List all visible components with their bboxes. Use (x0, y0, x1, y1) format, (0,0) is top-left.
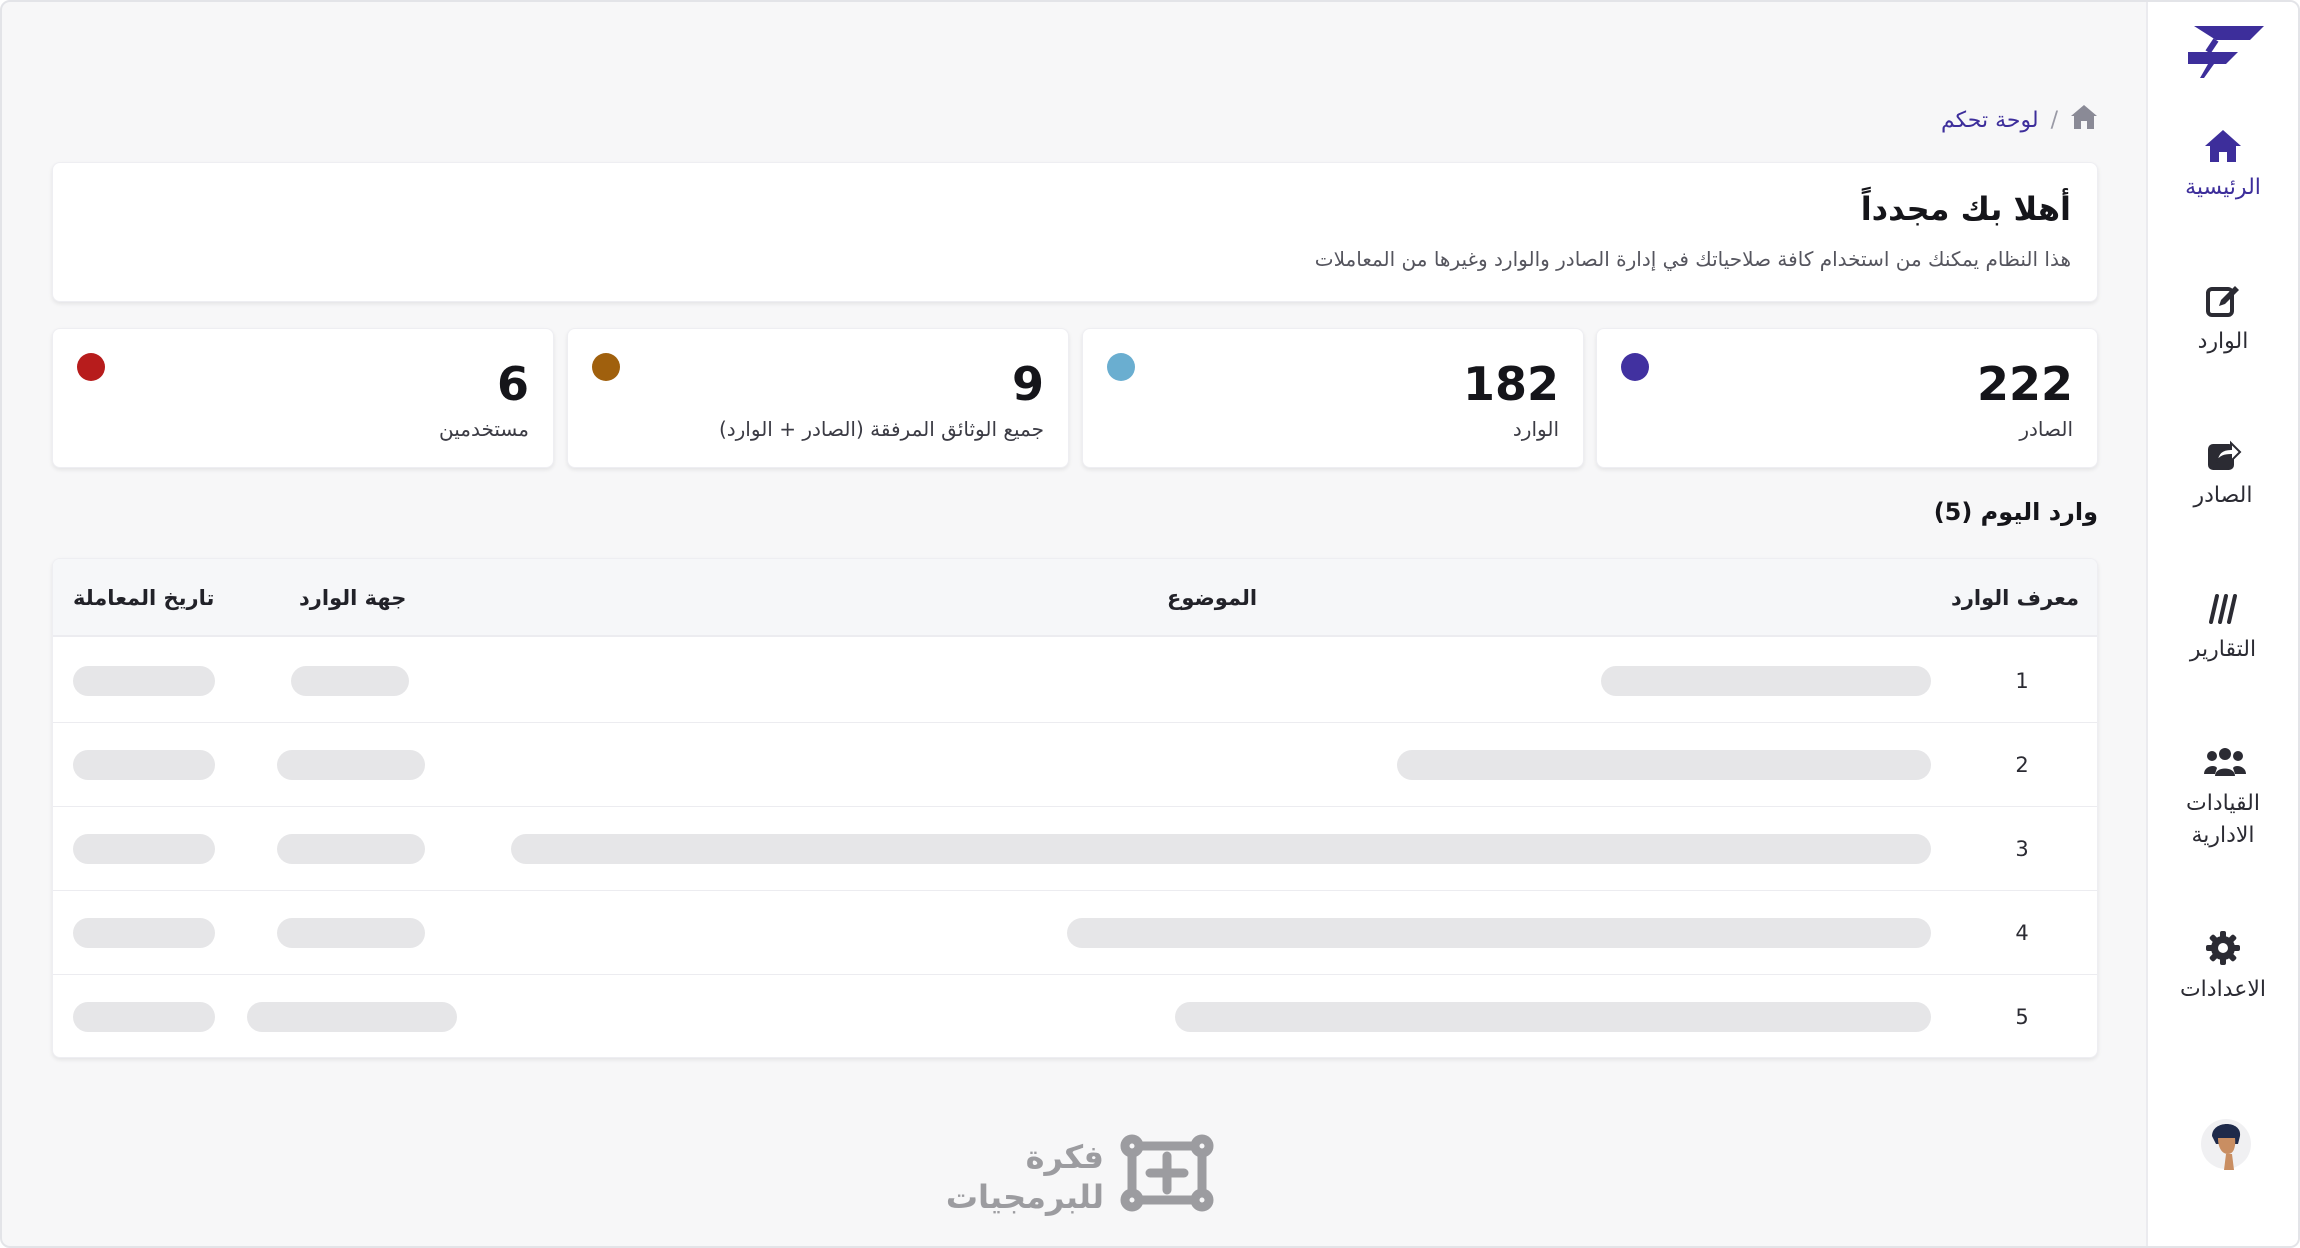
table-row[interactable]: 3 (53, 807, 2097, 891)
sidebar-item-leaders[interactable]: القيادات الادارية (2148, 742, 2298, 852)
main-content: / لوحة تحكم أهلا بك مجدداً هذا النظام يم… (2, 2, 2150, 1246)
date-placeholder (73, 918, 215, 948)
status-dot (77, 353, 105, 381)
sidebar-item-label: الصادر (2193, 483, 2253, 508)
table-row[interactable]: 5 (53, 975, 2097, 1057)
share-icon (2203, 434, 2243, 474)
sidebar-item-home[interactable]: الرئيسية (2148, 126, 2298, 204)
incoming-id: 5 (2015, 1005, 2029, 1029)
column-header-source[interactable]: جهة الوارد (299, 559, 406, 637)
source-placeholder (277, 750, 425, 780)
table-row[interactable]: 1 (53, 639, 2097, 723)
avatar[interactable] (2200, 1114, 2252, 1172)
sidebar-item-label: الوارد (2197, 329, 2249, 354)
subject-placeholder (1067, 918, 1931, 948)
table-header: معرف الوارد الموضوع جهة الوارد تاريخ الم… (53, 559, 2097, 637)
reports-icon (2203, 588, 2243, 628)
status-dot (592, 353, 620, 381)
incoming-id: 4 (2015, 921, 2029, 945)
breadcrumb: / لوحة تحكم (1941, 102, 2098, 138)
sidebar-item-label: الاعدادات (2179, 977, 2267, 1002)
stat-label: الصادر (2019, 417, 2073, 441)
stat-card-users[interactable]: 6 مستخدمين (52, 328, 554, 468)
breadcrumb-current[interactable]: لوحة تحكم (1941, 108, 2039, 133)
source-placeholder (291, 666, 409, 696)
sidebar-item-label: القيادات الادارية (2186, 791, 2260, 848)
breadcrumb-separator: / (2050, 107, 2058, 133)
sidebar-item-label: الرئيسية (2185, 175, 2261, 200)
today-incoming-title: وارد اليوم (5) (1933, 498, 2098, 526)
welcome-subtitle: هذا النظام يمكنك من استخدام كافة صلاحيات… (1314, 247, 2071, 271)
stat-label: مستخدمين (439, 417, 529, 441)
home-icon (2203, 126, 2243, 166)
welcome-card: أهلا بك مجدداً هذا النظام يمكنك من استخد… (52, 162, 2098, 302)
stat-value: 6 (496, 357, 529, 411)
stat-value: 222 (1976, 357, 2073, 411)
date-placeholder (73, 834, 215, 864)
stat-card-attachments[interactable]: 9 جميع الوثائق المرفقة (الصادر + الوارد) (567, 328, 1069, 468)
source-placeholder (247, 1002, 457, 1032)
column-header-id[interactable]: معرف الوارد (1951, 559, 2079, 637)
app-logo[interactable] (2186, 22, 2266, 82)
welcome-title: أهلا بك مجدداً (1860, 190, 2071, 228)
source-placeholder (277, 834, 425, 864)
date-placeholder (73, 750, 215, 780)
incoming-id: 3 (2015, 837, 2029, 861)
source-placeholder (277, 918, 425, 948)
subject-placeholder (1397, 750, 1931, 780)
table-row[interactable]: 2 (53, 723, 2097, 807)
table-row[interactable]: 4 (53, 891, 2097, 975)
sidebar-item-settings[interactable]: الاعدادات (2148, 928, 2298, 1006)
sidebar-item-label: التقارير (2189, 637, 2257, 662)
stat-label: جميع الوثائق المرفقة (الصادر + الوارد) (718, 417, 1044, 441)
subject-placeholder (1175, 1002, 1931, 1032)
edit-icon (2203, 280, 2243, 320)
app-frame: / لوحة تحكم أهلا بك مجدداً هذا النظام يم… (0, 0, 2300, 1248)
column-header-subject[interactable]: الموضوع (1167, 559, 1257, 637)
stat-label: الوارد (1512, 417, 1559, 441)
status-dot (1107, 353, 1135, 381)
column-header-date[interactable]: تاريخ المعاملة (73, 559, 214, 637)
subject-placeholder (511, 834, 1931, 864)
stat-card-incoming[interactable]: 182 الوارد (1082, 328, 1584, 468)
home-icon[interactable] (2070, 104, 2098, 136)
stat-value: 9 (1011, 357, 1044, 411)
brand-line2: للبرمجيات (946, 1178, 1104, 1216)
stat-card-outgoing[interactable]: 222 الصادر (1596, 328, 2098, 468)
sidebar-item-outgoing[interactable]: الصادر (2148, 434, 2298, 512)
gear-icon (2203, 928, 2243, 968)
sidebar: الرئيسية الوارد الصادر التقارير القيادات (2146, 2, 2298, 1246)
sidebar-item-incoming[interactable]: الوارد (2148, 280, 2298, 358)
stat-value: 182 (1462, 357, 1559, 411)
incoming-id: 1 (2015, 669, 2029, 693)
brand-logo: فكرة للبرمجيات (932, 1132, 1222, 1216)
date-placeholder (73, 666, 215, 696)
users-icon (2203, 742, 2246, 782)
brand-line1: فكرة (1026, 1138, 1104, 1176)
date-placeholder (73, 1002, 215, 1032)
status-dot (1621, 353, 1649, 381)
incoming-id: 2 (2015, 753, 2029, 777)
sidebar-item-reports[interactable]: التقارير (2148, 588, 2298, 666)
subject-placeholder (1601, 666, 1931, 696)
today-incoming-table: معرف الوارد الموضوع جهة الوارد تاريخ الم… (52, 558, 2098, 1058)
